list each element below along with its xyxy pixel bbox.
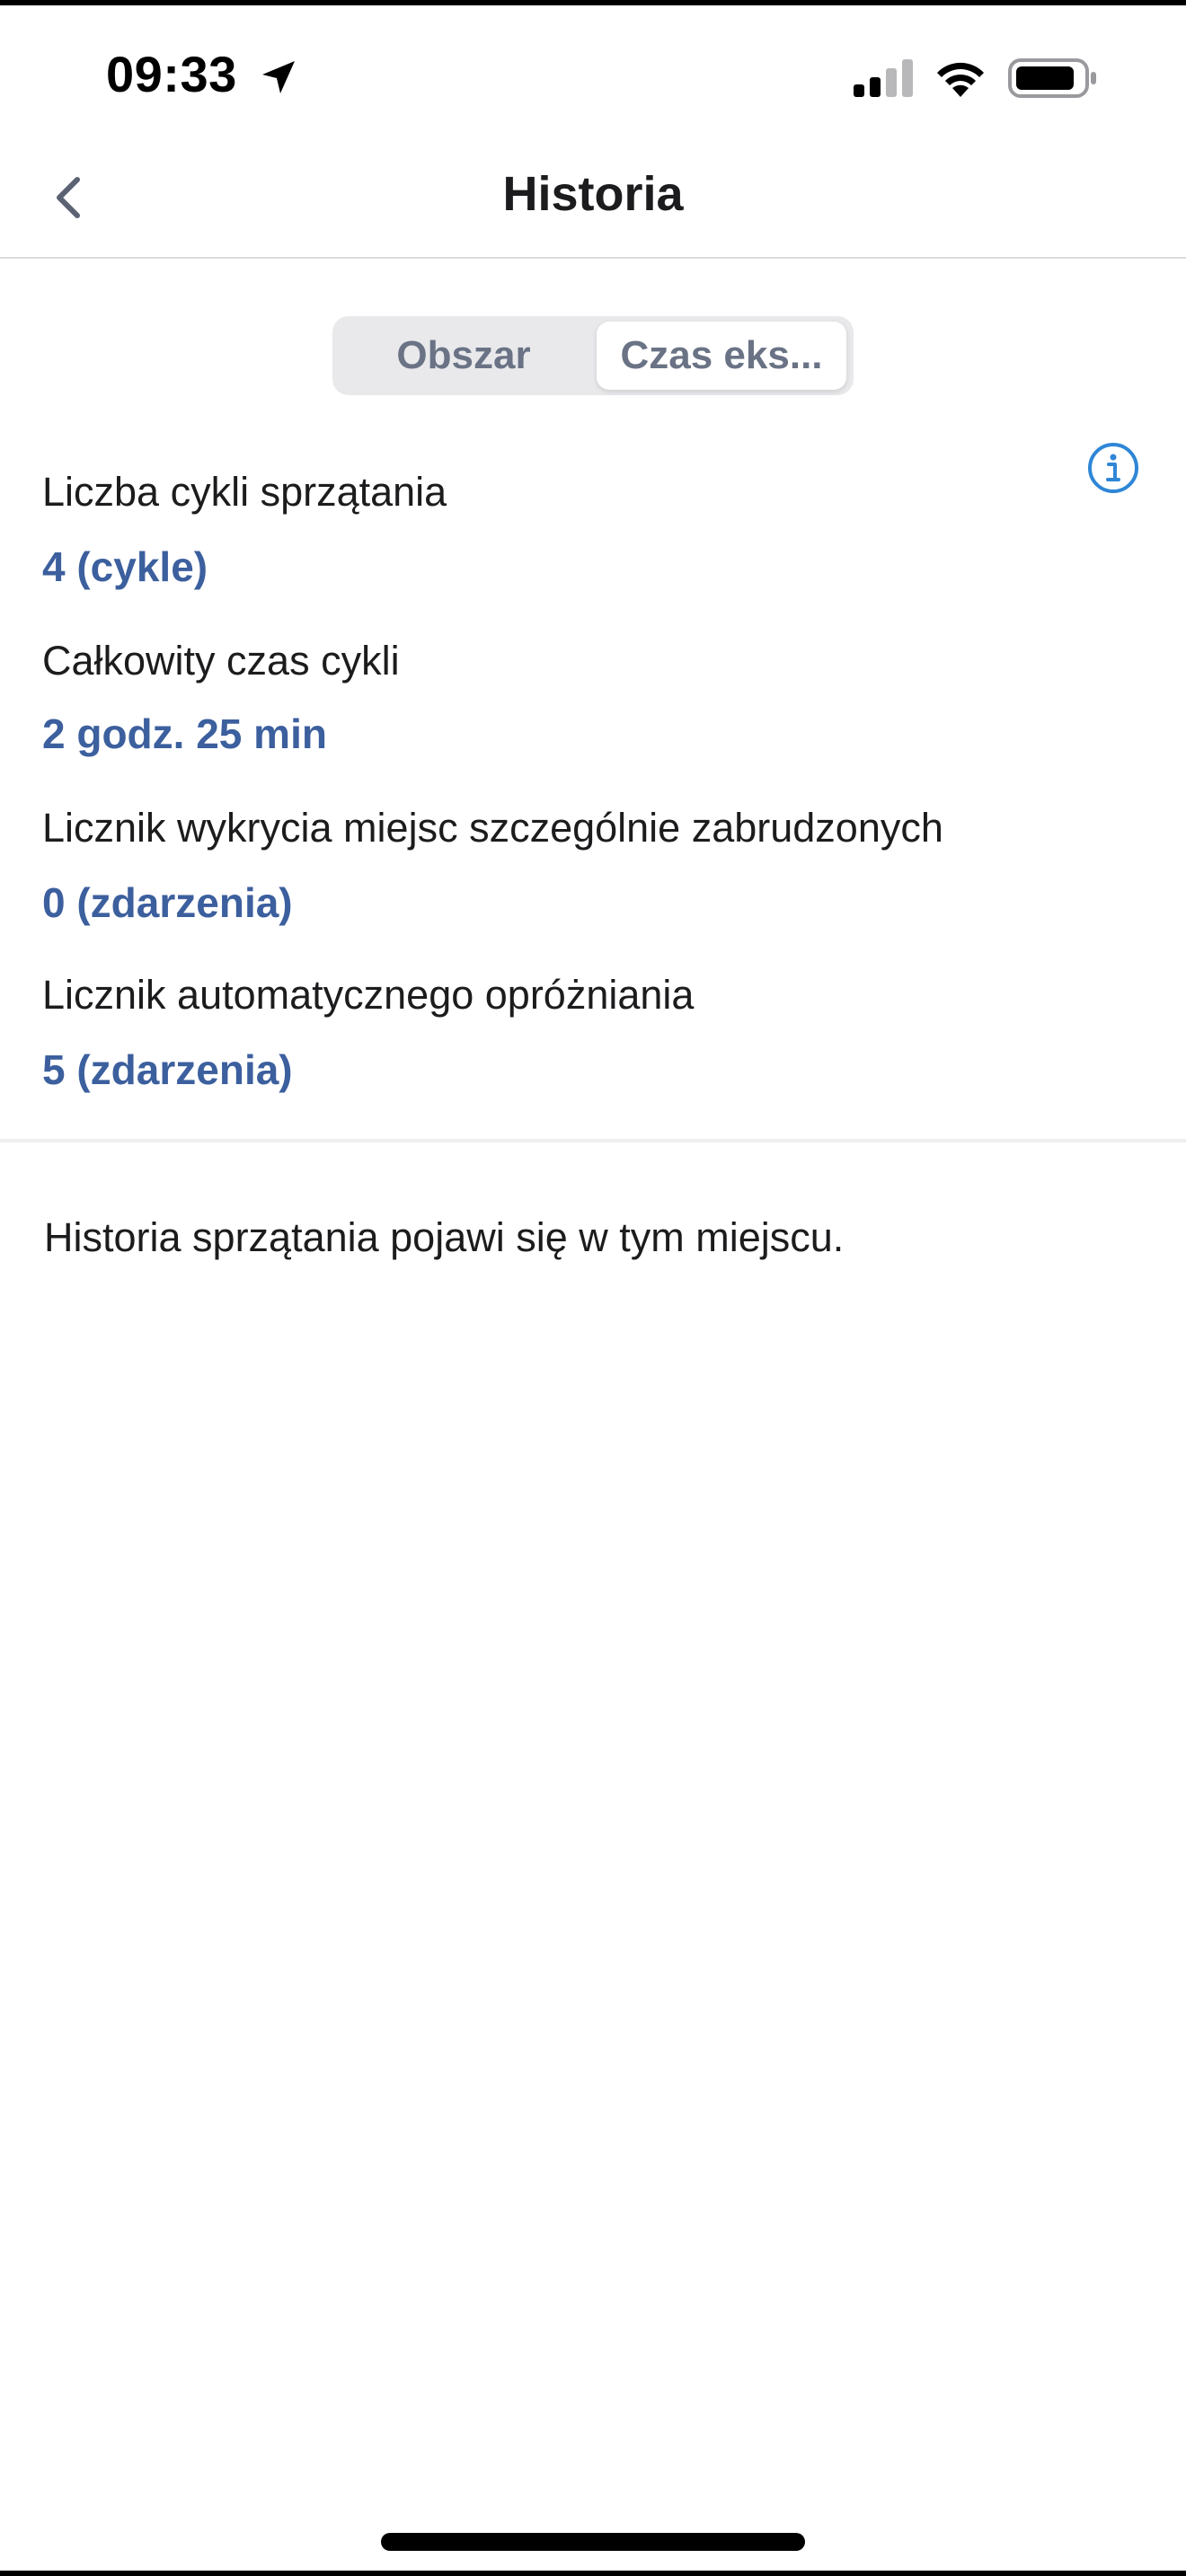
stat-value-cleaning-cycles: 4 (cykle) [42,543,208,590]
stat-label-total-cycle-time: Całkowity czas cykli [42,638,400,684]
location-arrow-icon [262,61,295,93]
segment-obszar[interactable]: Obszar [340,322,588,390]
cellular-signal-icon [854,59,913,97]
status-bar: 09:33 [0,5,1186,140]
home-indicator[interactable] [381,2533,805,2551]
stat-label-auto-empty-count: Licznik automatycznego opróżniania [42,972,695,1018]
navigation-bar: Historia [0,140,1186,259]
screen-bottom-edge [0,2571,1186,2576]
stat-value-total-cycle-time: 2 godz. 25 min [42,710,327,757]
info-icon[interactable] [1087,442,1139,494]
stat-label-dirty-spot-detections: Licznik wykrycia miejsc szczególnie zabr… [42,805,943,851]
section-divider [0,1139,1186,1142]
battery-icon [1008,58,1096,98]
stat-value-dirty-spot-detections: 0 (zdarzenia) [42,879,293,926]
stat-value-auto-empty-count: 5 (zdarzenia) [42,1046,293,1093]
history-empty-message: Historia sprzątania pojawi się w tym mie… [44,1214,845,1260]
stat-label-cleaning-cycles: Liczba cykli sprzątania [42,469,447,515]
chevron-left-icon [57,177,80,218]
wifi-icon [937,62,984,97]
back-button[interactable] [36,162,99,234]
segment-czas-eksploatacji[interactable]: Czas eks... [597,322,846,390]
page-title: Historia [502,167,684,221]
view-segmented-control: Obszar Czas eks... [332,316,854,395]
status-time: 09:33 [106,46,237,102]
